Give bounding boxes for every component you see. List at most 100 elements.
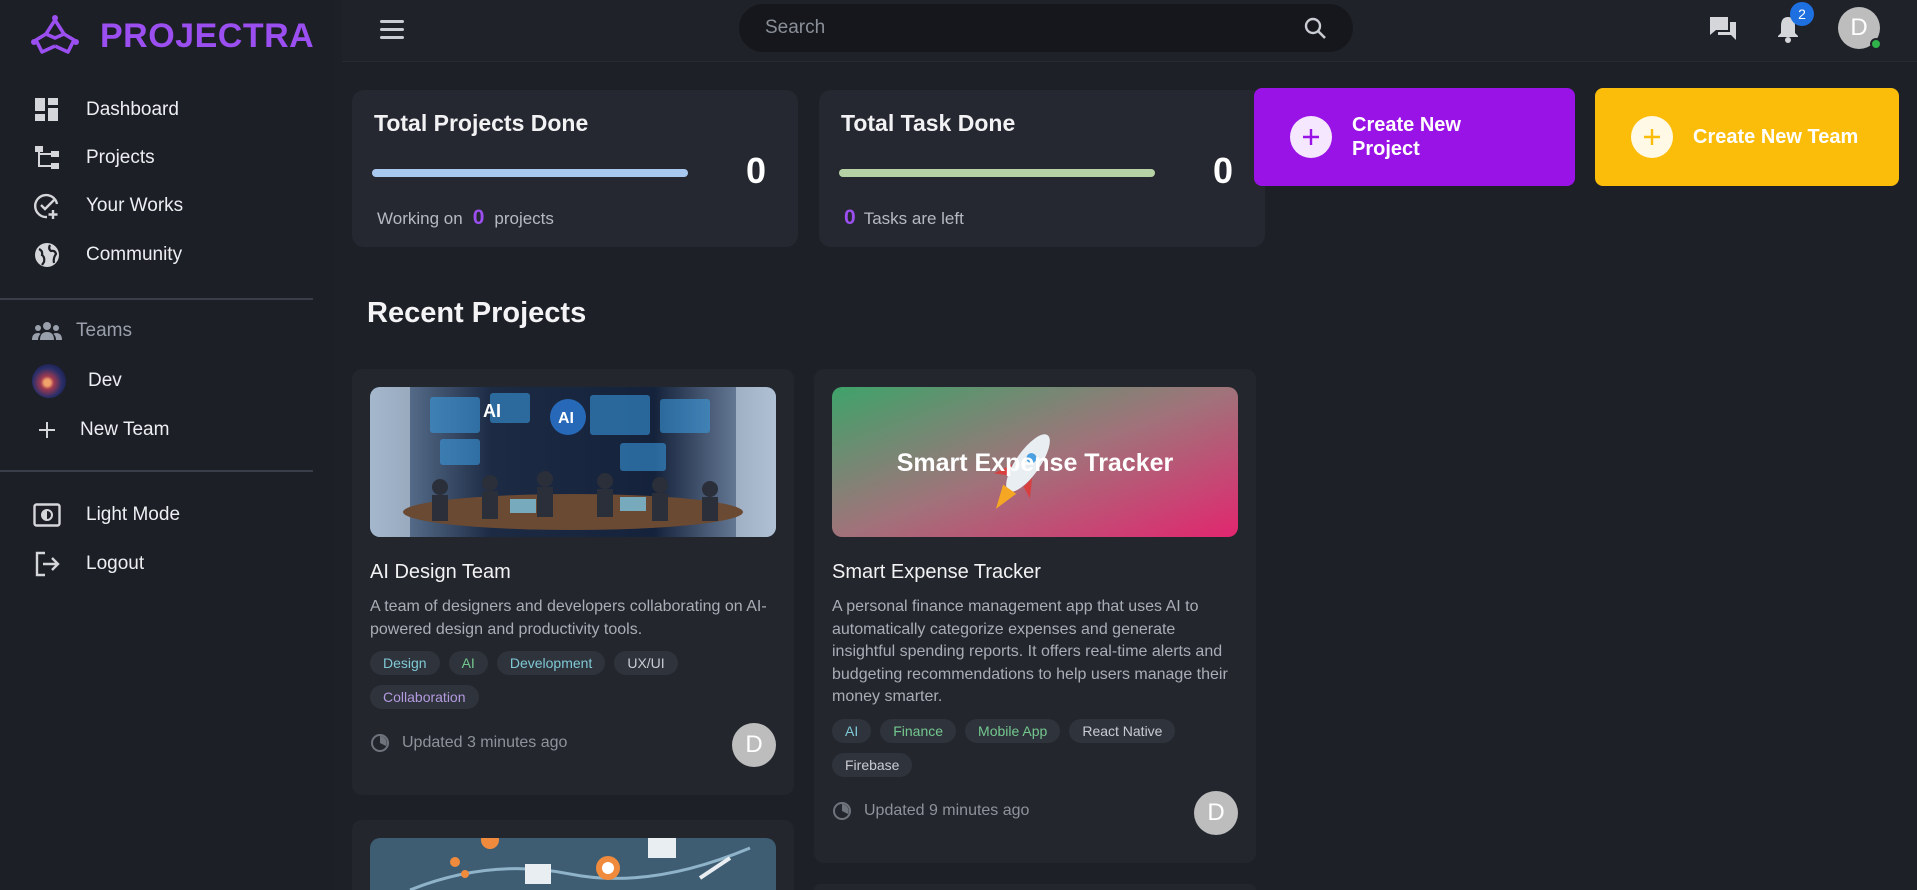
logout-icon xyxy=(32,549,62,579)
stat-sub-suffix: projects xyxy=(494,209,554,228)
project-card[interactable]: AI AI AI Design Team A team of designers… xyxy=(352,369,794,795)
your-works-icon xyxy=(32,191,62,221)
project-tags: AI Finance Mobile App React Native Firebase xyxy=(832,719,1242,777)
tasks-progress-bar xyxy=(839,169,1155,177)
sidebar-item-dashboard[interactable]: Dashboard xyxy=(32,93,179,127)
project-card[interactable]: Smart Expense Tracker Smart Expense Trac… xyxy=(814,369,1256,863)
logo[interactable]: PROJECTRA xyxy=(28,14,314,58)
globe-icon xyxy=(32,240,62,270)
sidebar-item-label: Dashboard xyxy=(86,99,179,120)
cta-label: Create New Project xyxy=(1352,114,1461,160)
ai-design-team-image: AI AI xyxy=(370,387,776,537)
tag-chip[interactable]: AI xyxy=(448,651,488,675)
project-tags: Design AI Development UX/UI Collaboration xyxy=(370,651,780,709)
sidebar-divider xyxy=(0,298,313,300)
tag-chip[interactable]: React Native xyxy=(1069,719,1176,743)
tag-chip[interactable]: UX/UI xyxy=(614,651,678,675)
total-tasks-card: Total Task Done 0 0 Tasks are left xyxy=(819,90,1265,247)
project-description: A team of designers and developers colla… xyxy=(370,598,767,638)
owner-avatar[interactable]: D xyxy=(732,723,776,767)
group-icon xyxy=(32,322,62,340)
recent-projects-title: Recent Projects xyxy=(367,297,587,329)
sidebar-item-label: Community xyxy=(86,244,183,265)
new-team-button[interactable]: New Team xyxy=(32,413,169,447)
stat-title: Total Task Done xyxy=(841,110,1016,136)
stat-sub-count: 0 xyxy=(472,206,485,229)
project-thumbnail: Smart Expense Tracker xyxy=(832,387,1238,537)
projectra-logo-icon xyxy=(31,15,79,54)
stat-sub-count: 0 xyxy=(844,206,856,229)
team-avatar xyxy=(32,364,66,398)
notification-badge: 2 xyxy=(1790,2,1814,26)
svg-text:AI: AI xyxy=(558,410,574,427)
teams-heading-label: Teams xyxy=(76,320,132,341)
new-team-label: New Team xyxy=(80,419,170,440)
light-mode-toggle[interactable]: Light Mode xyxy=(32,498,180,532)
create-new-project-button[interactable]: Create New Project xyxy=(1254,88,1575,186)
clock-icon xyxy=(371,734,389,752)
app-root: PROJECTRA Dashboard Projects Your Works xyxy=(0,0,1917,890)
project-image xyxy=(370,838,776,890)
logout-button[interactable]: Logout xyxy=(32,547,144,581)
chat-icon[interactable] xyxy=(1708,14,1738,44)
plus-icon xyxy=(32,415,62,445)
sidebar-item-projects[interactable]: Projects xyxy=(32,141,155,175)
light-mode-label: Light Mode xyxy=(86,504,181,525)
project-description: A personal finance management app that u… xyxy=(832,598,1228,705)
sidebar: PROJECTRA Dashboard Projects Your Works xyxy=(0,0,334,890)
updated-info: Updated 9 minutes ago xyxy=(832,801,1029,821)
stat-title: Total Projects Done xyxy=(374,110,589,136)
sidebar-item-community[interactable]: Community xyxy=(32,238,182,272)
tag-chip[interactable]: Firebase xyxy=(832,753,913,777)
project-card[interactable] xyxy=(352,820,794,890)
sidebar-item-your-works[interactable]: Your Works xyxy=(32,189,183,223)
topbar: 2 D xyxy=(342,0,1917,62)
clock-icon xyxy=(833,802,851,820)
owner-avatar[interactable]: D xyxy=(1194,791,1238,835)
updated-info: Updated 3 minutes ago xyxy=(370,733,567,753)
stat-value: 0 xyxy=(1212,150,1233,191)
progress-fill xyxy=(839,169,1155,177)
search-icon[interactable] xyxy=(1303,16,1327,40)
plus-circle-icon xyxy=(1290,116,1332,158)
sidebar-item-team-dev[interactable]: Dev xyxy=(32,364,122,398)
total-projects-card: Total Projects Done 0 Working on 0 proje… xyxy=(352,90,798,247)
svg-text:AI: AI xyxy=(483,401,501,421)
dashboard-icon xyxy=(32,95,62,125)
updated-text: Updated 9 minutes ago xyxy=(864,802,1030,819)
project-title: AI Design Team xyxy=(370,561,511,583)
stat-sub-suffix: Tasks are left xyxy=(863,209,964,228)
brightness-icon xyxy=(32,500,62,530)
updated-text: Updated 3 minutes ago xyxy=(402,734,568,751)
tag-chip[interactable]: Mobile App xyxy=(965,719,1061,743)
tag-chip[interactable]: Finance xyxy=(880,719,957,743)
project-card[interactable] xyxy=(814,884,1256,890)
team-label: Dev xyxy=(88,370,122,391)
tag-chip[interactable]: AI xyxy=(832,719,872,743)
search-bar xyxy=(739,4,1353,52)
stat-value: 0 xyxy=(745,150,766,191)
brand-name: PROJECTRA xyxy=(100,16,315,55)
project-title: Smart Expense Tracker xyxy=(832,561,1041,583)
sidebar-divider xyxy=(0,470,313,472)
tag-chip[interactable]: Development xyxy=(496,651,606,675)
teams-heading: Teams xyxy=(32,320,132,342)
sidebar-item-label: Projects xyxy=(86,147,155,168)
stat-sub-prefix: Working on xyxy=(377,209,463,228)
tag-chip[interactable]: Collaboration xyxy=(370,685,479,709)
smart-expense-tracker-image: Smart Expense Tracker xyxy=(832,387,1238,537)
menu-toggle-icon[interactable] xyxy=(380,16,406,42)
plus-circle-icon xyxy=(1631,116,1673,158)
sidebar-item-label: Your Works xyxy=(86,195,184,216)
cta-label: Create New Team xyxy=(1693,126,1859,148)
projects-icon xyxy=(32,143,62,173)
tag-chip[interactable]: Design xyxy=(370,651,440,675)
create-new-team-button[interactable]: Create New Team xyxy=(1595,88,1899,186)
stat-subtext: 0 Tasks are left xyxy=(844,206,964,230)
logout-label: Logout xyxy=(86,553,145,574)
search-input[interactable] xyxy=(765,17,1285,39)
project-thumbnail: AI AI xyxy=(370,387,776,537)
project-thumbnail xyxy=(370,838,776,890)
online-status-dot xyxy=(1870,38,1882,50)
thumbnail-text: Smart Expense Tracker xyxy=(897,449,1174,477)
